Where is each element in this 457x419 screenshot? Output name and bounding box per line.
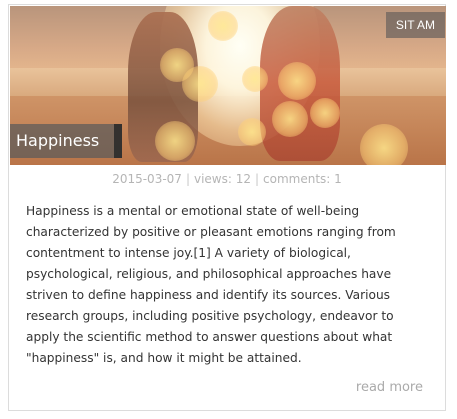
post-title[interactable]: Happiness [10, 124, 122, 158]
post-image[interactable]: SIT AM Happiness [10, 6, 446, 165]
photo-bokeh [360, 124, 408, 165]
post-excerpt: Happiness is a mental or emotional state… [26, 204, 396, 365]
post-comments[interactable]: comments: 1 [263, 172, 342, 186]
category-tag[interactable]: SIT AM [385, 12, 445, 38]
post-meta: 2015-03-07 | views: 12 | comments: 1 [9, 172, 445, 186]
post-date: 2015-03-07 [112, 172, 182, 186]
photo-bokeh [208, 11, 238, 41]
post-card: SIT AM Happiness 2015-03-07 | views: 12 | co… [8, 4, 446, 411]
photo-bokeh [182, 66, 218, 102]
meta-separator: | [185, 172, 190, 186]
photo-bokeh [242, 66, 268, 92]
post-views: views: 12 [193, 172, 251, 186]
photo-bokeh [155, 121, 195, 161]
photo-bokeh [238, 118, 266, 146]
photo-bokeh [272, 101, 308, 137]
photo-bokeh [278, 62, 316, 100]
photo-bokeh [310, 98, 340, 128]
meta-separator: | [255, 172, 260, 186]
read-more-link[interactable]: read more [356, 380, 423, 395]
